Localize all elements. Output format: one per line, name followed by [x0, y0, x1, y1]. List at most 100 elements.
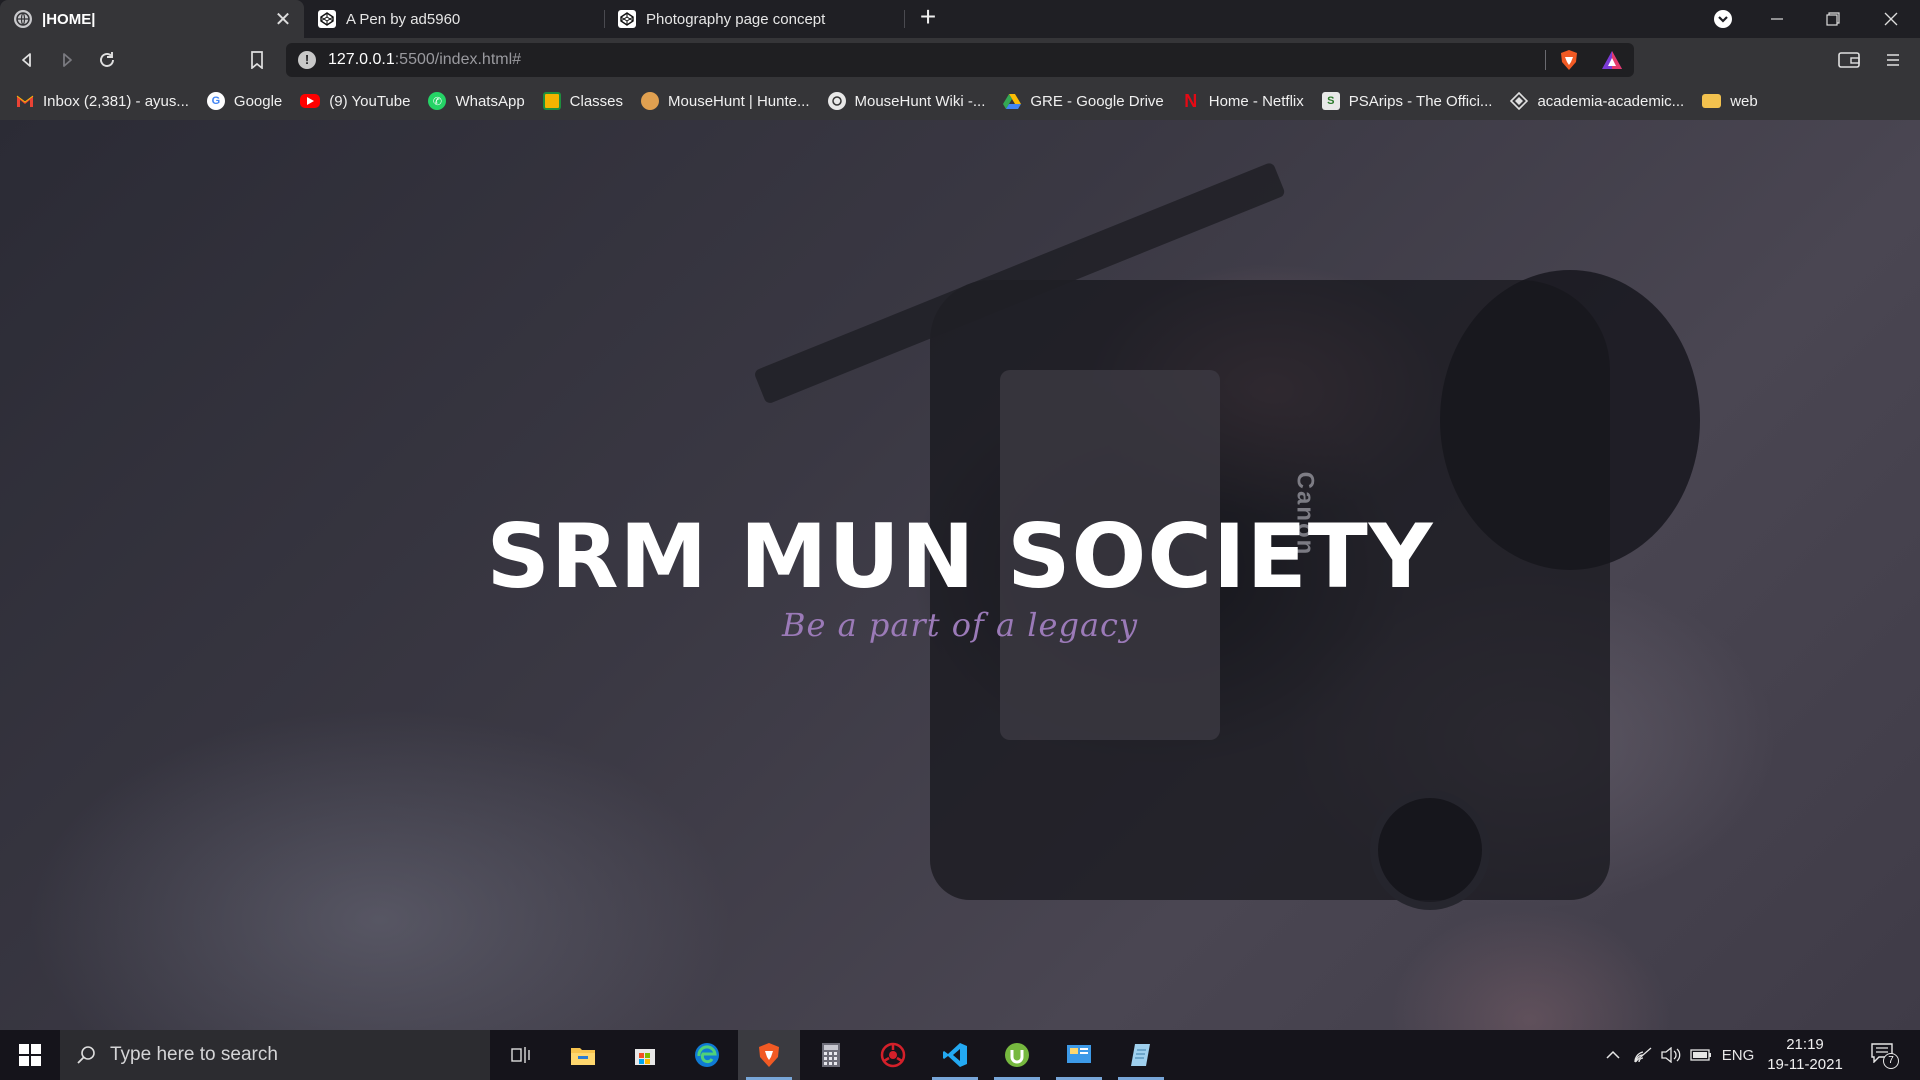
close-icon	[1884, 12, 1898, 26]
taskbar-red-app[interactable]	[862, 1030, 924, 1080]
bookmark-label: web	[1730, 92, 1758, 110]
network-button[interactable]	[1630, 1030, 1656, 1080]
reload-button[interactable]	[92, 45, 122, 75]
codepen-icon	[318, 10, 336, 28]
classroom-icon	[542, 92, 561, 110]
mousehunt-icon	[641, 92, 660, 110]
whatsapp-icon: ✆	[428, 92, 447, 110]
bookmark-netflix[interactable]: N Home - Netflix	[1182, 87, 1304, 115]
taskbar-vscode[interactable]	[924, 1030, 986, 1080]
bookmark-label: (9) YouTube	[329, 92, 411, 110]
taskbar-calculator[interactable]	[800, 1030, 862, 1080]
calculator-icon	[822, 1043, 840, 1067]
task-view-button[interactable]	[490, 1030, 552, 1080]
bookmark-classes[interactable]: Classes	[542, 87, 624, 115]
biohazard-icon	[880, 1042, 906, 1068]
taskbar-file-explorer[interactable]	[552, 1030, 614, 1080]
tab-home[interactable]: |HOME| ✕	[0, 0, 304, 38]
bookmark-inbox[interactable]: Inbox (2,381) - ayus...	[16, 87, 189, 115]
google-icon: G	[206, 92, 225, 110]
notification-count-badge: 7	[1883, 1053, 1899, 1069]
store-icon	[635, 1049, 655, 1065]
taskbar-brave[interactable]	[738, 1030, 800, 1080]
site-info-icon[interactable]: !	[298, 51, 316, 69]
bookmark-academia[interactable]: academia-academic...	[1510, 87, 1684, 115]
minimize-button[interactable]	[1750, 0, 1804, 38]
bookmark-youtube[interactable]: (9) YouTube	[300, 87, 410, 115]
task-view-icon	[511, 1047, 530, 1063]
youtube-icon	[300, 94, 321, 108]
back-arrow-icon	[22, 53, 31, 67]
system-clock[interactable]: 21:19 19-11-2021	[1760, 1035, 1850, 1075]
bookmark-gre-drive[interactable]: GRE - Google Drive	[1003, 87, 1164, 115]
tab-title: Photography page concept	[646, 10, 826, 28]
bookmark-label: MouseHunt | Hunte...	[668, 92, 810, 110]
search-placeholder: Type here to search	[110, 1044, 278, 1065]
tab-title: |HOME|	[42, 10, 96, 28]
reload-icon	[100, 52, 114, 67]
bookmark-label: Google	[233, 92, 283, 110]
volume-button[interactable]	[1658, 1030, 1684, 1080]
clock-date: 19-11-2021	[1767, 1056, 1843, 1073]
bookmark-label: PSArips - The Offici...	[1348, 92, 1493, 110]
file-explorer-icon	[571, 1048, 595, 1065]
close-window-button[interactable]	[1864, 0, 1918, 38]
new-tab-button[interactable]: +	[914, 3, 942, 32]
start-button[interactable]	[0, 1030, 60, 1080]
bookmark-label: Classes	[569, 92, 624, 110]
taskbar-edge[interactable]	[676, 1030, 738, 1080]
action-center-button[interactable]: 7	[1862, 1030, 1906, 1080]
bookmark-label: MouseHunt Wiki -...	[854, 92, 986, 110]
show-hidden-icons-button[interactable]	[1600, 1030, 1626, 1080]
taskbar-microsoft-store[interactable]	[614, 1030, 676, 1080]
battery-button[interactable]	[1688, 1030, 1714, 1080]
tab-search-button[interactable]	[1696, 0, 1750, 38]
camera-dial-shape	[1370, 790, 1490, 910]
back-button[interactable]	[12, 45, 42, 75]
taskbar-notepad[interactable]	[1110, 1030, 1172, 1080]
taskbar-control-panel[interactable]	[1048, 1030, 1110, 1080]
minimize-icon	[1771, 18, 1783, 20]
bookmark-whatsapp[interactable]: ✆ WhatsApp	[428, 87, 525, 115]
tab-pen[interactable]: A Pen by ad5960	[304, 0, 604, 38]
forward-button[interactable]	[52, 45, 82, 75]
hero-title: SRM MUN SOCIETY	[486, 505, 1434, 608]
address-bar-separator	[1545, 50, 1546, 70]
forward-arrow-icon	[63, 53, 72, 67]
bookmark-mousehunt-wiki[interactable]: MouseHunt Wiki -...	[827, 87, 986, 115]
chevron-down-icon	[1714, 10, 1732, 28]
bookmark-label: Home - Netflix	[1208, 92, 1304, 110]
address-bar[interactable]: ! 127.0.0.1:5500/index.html#	[286, 43, 1634, 77]
brave-shields-icon[interactable]	[1558, 49, 1580, 71]
bookmark-button[interactable]	[242, 45, 272, 75]
brave-rewards-icon[interactable]	[1600, 49, 1624, 71]
bookmark-label: academia-academic...	[1537, 92, 1685, 110]
input-language-button[interactable]: ENG	[1718, 1030, 1758, 1080]
utorrent-icon	[1005, 1043, 1029, 1067]
academia-icon	[1510, 92, 1529, 110]
search-icon	[77, 1046, 95, 1064]
taskbar-utorrent[interactable]	[986, 1030, 1048, 1080]
bookmark-psarips[interactable]: S PSArips - The Offici...	[1321, 87, 1493, 115]
close-tab-icon[interactable]: ✕	[272, 8, 294, 31]
taskbar-search-box[interactable]: Type here to search	[60, 1030, 490, 1080]
drive-icon	[1003, 92, 1022, 110]
tab-photography[interactable]: Photography page concept	[604, 0, 904, 38]
bookmark-icon	[251, 51, 263, 69]
bookmark-folder-web[interactable]: web	[1702, 87, 1758, 115]
control-panel-icon	[1067, 1045, 1091, 1063]
bookmark-google[interactable]: G Google	[206, 87, 283, 115]
wallet-button[interactable]	[1834, 45, 1864, 75]
globe-icon	[14, 10, 32, 28]
bookmarks-bar: Inbox (2,381) - ayus... G Google (9) You…	[0, 82, 1920, 120]
hero-tagline: Be a part of a legacy	[781, 606, 1139, 644]
wiki-icon	[827, 92, 846, 110]
bookmark-mousehunt[interactable]: MouseHunt | Hunte...	[641, 87, 810, 115]
codepen-icon	[618, 10, 636, 28]
speaker-icon	[1661, 1047, 1681, 1063]
bookmark-label: Inbox (2,381) - ayus...	[43, 92, 189, 110]
restore-icon	[1826, 12, 1840, 26]
menu-button[interactable]	[1878, 45, 1908, 75]
restore-button[interactable]	[1806, 0, 1860, 38]
chevron-up-icon	[1606, 1050, 1620, 1059]
